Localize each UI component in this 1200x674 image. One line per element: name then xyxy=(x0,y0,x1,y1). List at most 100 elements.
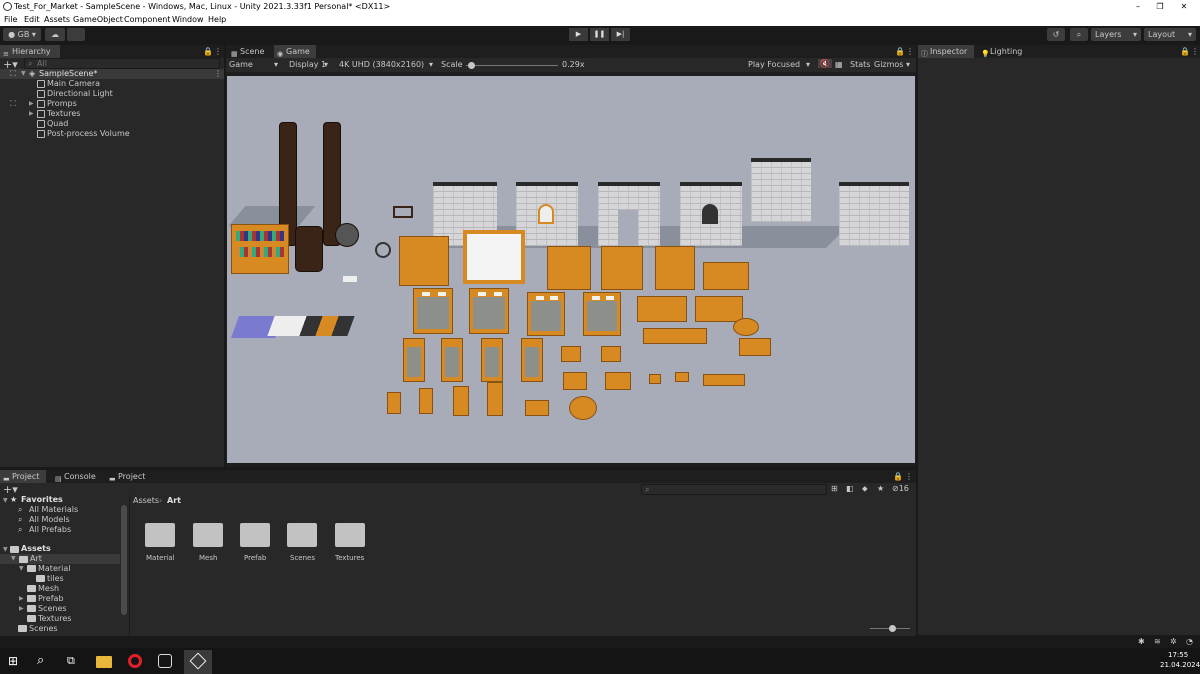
breadcrumb-art[interactable]: Art xyxy=(167,496,181,505)
spinner-icon[interactable]: ✲ xyxy=(1170,637,1177,646)
clock-date[interactable]: 21.04.2024 xyxy=(1160,661,1200,669)
search-by-type-icon[interactable]: ⊞ xyxy=(831,484,838,493)
lock-icon[interactable]: 🔒 xyxy=(1180,47,1190,56)
expand-arrow-icon[interactable]: ▶ xyxy=(29,100,34,107)
hierarchy-row-post-process[interactable]: Post-process Volume xyxy=(0,129,224,139)
tree-item-label[interactable]: Material xyxy=(38,564,71,573)
hierarchy-row-quad[interactable]: Quad xyxy=(0,119,224,129)
file-explorer-icon[interactable] xyxy=(96,656,112,668)
more-icon[interactable]: ⋮ xyxy=(214,47,222,56)
tab-console[interactable]: ▤ Console xyxy=(52,470,102,483)
expand-arrow-icon[interactable]: ▶ xyxy=(29,110,34,117)
project-search-input[interactable]: ⌕ xyxy=(641,484,827,495)
close-button[interactable]: ✕ xyxy=(1174,1,1194,12)
favorite-item[interactable]: All Models xyxy=(29,515,70,524)
breadcrumb-assets[interactable]: Assets xyxy=(133,496,159,505)
menu-gameobject[interactable]: GameObject xyxy=(73,15,123,24)
bug-icon[interactable]: ✱ xyxy=(1138,637,1145,646)
display-mode-dropdown[interactable]: Game xyxy=(229,60,253,69)
account-button[interactable]: ● GB ▾ xyxy=(3,28,41,41)
tree-item-label[interactable]: Textures xyxy=(38,614,71,623)
expand-arrow-icon[interactable]: ▶ xyxy=(19,595,24,602)
display-dropdown[interactable]: Display 1 xyxy=(289,60,326,69)
expand-arrow-icon[interactable]: ▼ xyxy=(19,565,24,572)
favorite-item[interactable]: All Prefabs xyxy=(29,525,71,534)
lock-icon[interactable]: 🔒 xyxy=(203,47,213,56)
minimize-button[interactable]: – xyxy=(1128,1,1148,12)
play-mode-dropdown[interactable]: Play Focused xyxy=(748,60,800,69)
history-button[interactable]: ↺ xyxy=(1047,28,1065,41)
tab-project[interactable]: ▬ Project xyxy=(0,470,46,483)
gizmos-button[interactable]: Gizmos xyxy=(874,60,903,69)
more-icon[interactable]: ⋮ xyxy=(906,47,914,56)
unity-editor-taskbar-button[interactable] xyxy=(184,650,212,674)
hierarchy-row-textures[interactable]: ▶ Textures xyxy=(0,109,224,119)
expand-arrow-icon[interactable]: ▼ xyxy=(11,555,16,562)
scale-slider[interactable] xyxy=(466,62,558,69)
expand-arrow-icon[interactable]: ▼ xyxy=(21,70,26,77)
more-icon[interactable]: ⋮ xyxy=(905,472,913,481)
tab-inspector[interactable]: ⓘ Inspector xyxy=(918,45,974,58)
expand-arrow-icon[interactable]: ▶ xyxy=(19,605,24,612)
search-by-label-icon[interactable]: ◧ xyxy=(846,484,854,493)
mute-audio-icon[interactable]: 🔇 xyxy=(818,59,832,68)
visibility-icon[interactable]: ⛶ xyxy=(10,69,16,79)
tab-lighting[interactable]: 💡 Lighting xyxy=(978,45,1034,58)
layout-dropdown[interactable]: Layout ▾ xyxy=(1144,28,1196,41)
step-button[interactable]: ▶| xyxy=(611,28,630,41)
stats-button[interactable]: Stats xyxy=(850,60,870,69)
favorite-item[interactable]: All Materials xyxy=(29,505,78,514)
expand-arrow-icon[interactable]: ▼ xyxy=(3,546,8,553)
tab-project-2[interactable]: ▬ Project xyxy=(106,470,152,483)
tag-icon[interactable]: ⬥ xyxy=(862,484,868,494)
tab-scene[interactable]: ▦ Scene xyxy=(228,45,272,58)
expand-arrow-icon[interactable]: ▼ xyxy=(3,497,8,504)
asset-folder-scenes[interactable]: Scenes xyxy=(284,521,324,567)
tree-item-label[interactable]: Scenes xyxy=(29,624,58,633)
icon-size-thumb[interactable] xyxy=(889,625,896,632)
stats-grid-icon[interactable]: ▦ xyxy=(835,60,843,69)
layers-status-icon[interactable]: ≋ xyxy=(1154,637,1161,646)
tree-scrollbar[interactable] xyxy=(121,505,127,615)
windows-start-icon[interactable]: ⊞ xyxy=(8,654,18,668)
star-icon[interactable]: ★ xyxy=(877,484,884,493)
maximize-button[interactable]: ❐ xyxy=(1150,1,1170,12)
menu-window[interactable]: Window xyxy=(172,15,204,24)
tree-item-label[interactable]: Prefab xyxy=(38,594,64,603)
hierarchy-row-main-camera[interactable]: Main Camera xyxy=(0,79,224,89)
asset-folder-mesh[interactable]: Mesh xyxy=(190,521,230,567)
collab-button[interactable] xyxy=(67,28,85,41)
scene-menu-icon[interactable]: ⋮ xyxy=(214,69,222,78)
resolution-dropdown[interactable]: 4K UHD (3840x2160) xyxy=(339,60,424,69)
asset-folder-material[interactable]: Material xyxy=(142,521,182,567)
hidden-packages-icon[interactable]: ⊘16 xyxy=(892,484,909,493)
tree-item-label[interactable]: tiles xyxy=(47,574,64,583)
asset-folder-prefab[interactable]: Prefab xyxy=(237,521,277,567)
clock-time[interactable]: 17:55 xyxy=(1168,651,1188,659)
menu-assets[interactable]: Assets xyxy=(44,15,70,24)
favorites-label[interactable]: Favorites xyxy=(21,495,63,504)
hierarchy-search-input[interactable]: ⌕ All xyxy=(24,58,220,69)
tree-row-art[interactable]: ▼ Art xyxy=(0,554,120,564)
lock-icon[interactable]: 🔒 xyxy=(895,47,905,56)
more-icon[interactable]: ⋮ xyxy=(1191,47,1199,56)
tab-game[interactable]: ◉ Game xyxy=(274,45,316,58)
task-view-icon[interactable]: ⧉ xyxy=(67,654,75,668)
search-icon[interactable]: ⌕ xyxy=(37,653,44,668)
icon-size-slider[interactable] xyxy=(870,625,910,632)
menu-component[interactable]: Component xyxy=(124,15,170,24)
notification-icon[interactable]: ◔ xyxy=(1186,637,1193,646)
visibility-icon[interactable]: ⛶ xyxy=(10,99,16,109)
asset-folder-textures[interactable]: Textures xyxy=(332,521,372,567)
tree-item-label[interactable]: Scenes xyxy=(38,604,67,613)
menu-file[interactable]: File xyxy=(4,15,17,24)
scale-slider-thumb[interactable] xyxy=(467,62,475,69)
assets-label[interactable]: Assets xyxy=(21,544,51,553)
hierarchy-row-promps[interactable]: ⛶ ▶ Promps xyxy=(0,99,224,109)
lock-icon[interactable]: 🔒 xyxy=(893,472,903,481)
menu-edit[interactable]: Edit xyxy=(24,15,40,24)
opera-browser-icon[interactable] xyxy=(128,654,142,668)
play-button[interactable]: ▶ xyxy=(569,28,588,41)
tab-hierarchy[interactable]: ≡ Hierarchy xyxy=(0,45,60,58)
pause-button[interactable]: ❚❚ xyxy=(590,28,609,41)
